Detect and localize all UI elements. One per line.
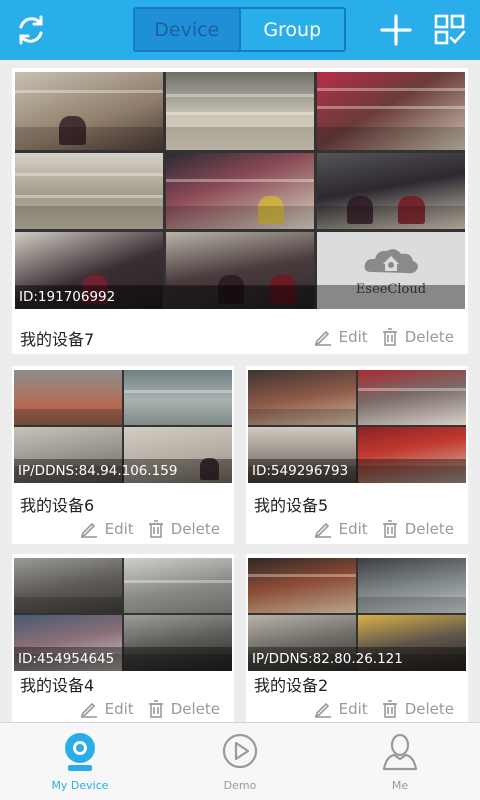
device-card[interactable]: ID:549296793 我的设备5 Edit Delete	[246, 366, 468, 544]
device-card[interactable]: IP/DDNS:82.80.26.121 我的设备2 Edit Delete	[246, 554, 468, 722]
delete-label: Delete	[170, 700, 220, 718]
tab-my-device-label: My Device	[51, 779, 109, 792]
camera-thumbnail	[15, 72, 163, 150]
edit-label: Edit	[338, 520, 368, 538]
camera-thumbnail	[166, 153, 314, 229]
trash-icon	[382, 700, 397, 718]
delete-button[interactable]: Delete	[148, 520, 220, 538]
device-card[interactable]: EseeCloud ID:191706992 我的设备7 Edit Delete	[12, 68, 468, 354]
tab-demo[interactable]: Demo	[160, 723, 320, 800]
device-list: EseeCloud ID:191706992 我的设备7 Edit Delete…	[0, 60, 480, 722]
delete-button[interactable]: Delete	[382, 520, 454, 538]
camera-thumbnail	[248, 370, 356, 425]
device-id-label: ID:549296793	[248, 459, 466, 483]
tab-me[interactable]: Me	[320, 723, 480, 800]
delete-label: Delete	[170, 520, 220, 538]
camera-thumbnail	[358, 370, 466, 425]
edit-label: Edit	[338, 700, 368, 718]
tab-device[interactable]: Device	[135, 9, 239, 50]
edit-button[interactable]: Edit	[314, 328, 368, 346]
device-id-label: IP/DDNS:82.80.26.121	[248, 647, 466, 671]
device-name: 我的设备5	[254, 496, 329, 515]
trash-icon	[382, 328, 397, 346]
device-group-segmented-control: Device Group	[133, 7, 346, 52]
edit-label: Edit	[104, 700, 134, 718]
camera-preview-grid[interactable]: EseeCloud ID:191706992	[15, 72, 465, 309]
grid-check-icon[interactable]	[430, 10, 470, 50]
delete-button[interactable]: Delete	[382, 700, 454, 718]
edit-label: Edit	[104, 520, 134, 538]
device-actions: Edit Delete	[306, 520, 454, 538]
pencil-icon	[314, 702, 331, 718]
pencil-icon	[80, 702, 97, 718]
device-name: 我的设备2	[254, 676, 329, 695]
device-card[interactable]: IP/DDNS:84.94.106.159 我的设备6 Edit Delete	[12, 366, 234, 544]
device-name: 我的设备7	[20, 330, 95, 349]
tab-my-device[interactable]: My Device	[0, 723, 160, 800]
play-icon	[222, 733, 258, 769]
camera-thumbnail	[166, 72, 314, 150]
camera-thumbnail	[124, 370, 232, 425]
device-actions: Edit Delete	[72, 520, 220, 538]
cloud-house-icon	[364, 249, 418, 274]
device-id-label: ID:191706992	[15, 285, 465, 309]
tab-group[interactable]: Group	[238, 9, 344, 50]
bottom-navigation: My Device Demo Me	[0, 722, 480, 800]
refresh-icon[interactable]	[11, 10, 51, 50]
edit-button[interactable]: Edit	[80, 520, 134, 538]
pencil-icon	[314, 522, 331, 538]
camera-preview-grid[interactable]: IP/DDNS:82.80.26.121	[248, 558, 466, 671]
delete-label: Delete	[404, 328, 454, 346]
camera-icon	[65, 733, 95, 771]
device-name: 我的设备4	[20, 676, 95, 695]
edit-button[interactable]: Edit	[80, 700, 134, 718]
person-icon	[382, 733, 418, 771]
camera-thumbnail	[358, 558, 466, 613]
pencil-icon	[314, 330, 331, 346]
delete-label: Delete	[404, 700, 454, 718]
device-actions: Edit Delete	[306, 328, 454, 346]
camera-thumbnail	[14, 370, 122, 425]
camera-thumbnail	[15, 153, 163, 229]
edit-button[interactable]: Edit	[314, 520, 368, 538]
device-name: 我的设备6	[20, 496, 95, 515]
device-card[interactable]: ID:454954645 我的设备4 Edit Delete	[12, 554, 234, 722]
delete-button[interactable]: Delete	[148, 700, 220, 718]
camera-thumbnail	[124, 558, 232, 613]
device-id-label: ID:454954645	[14, 647, 232, 671]
tab-me-label: Me	[391, 779, 409, 792]
trash-icon	[148, 700, 163, 718]
device-actions: Edit Delete	[306, 700, 454, 718]
camera-preview-grid[interactable]: ID:454954645	[14, 558, 232, 671]
trash-icon	[148, 520, 163, 538]
trash-icon	[382, 520, 397, 538]
edit-button[interactable]: Edit	[314, 700, 368, 718]
camera-preview-grid[interactable]: IP/DDNS:84.94.106.159	[14, 370, 232, 483]
camera-preview-grid[interactable]: ID:549296793	[248, 370, 466, 483]
edit-label: Edit	[338, 328, 368, 346]
tab-demo-label: Demo	[223, 779, 257, 792]
device-id-label: IP/DDNS:84.94.106.159	[14, 459, 232, 483]
delete-button[interactable]: Delete	[382, 328, 454, 346]
delete-label: Delete	[404, 520, 454, 538]
camera-thumbnail	[14, 558, 122, 613]
add-icon[interactable]	[376, 10, 416, 50]
camera-thumbnail	[248, 558, 356, 613]
top-bar: Device Group	[0, 0, 480, 60]
device-actions: Edit Delete	[72, 700, 220, 718]
camera-thumbnail	[317, 153, 465, 229]
pencil-icon	[80, 522, 97, 538]
camera-thumbnail	[317, 72, 465, 150]
